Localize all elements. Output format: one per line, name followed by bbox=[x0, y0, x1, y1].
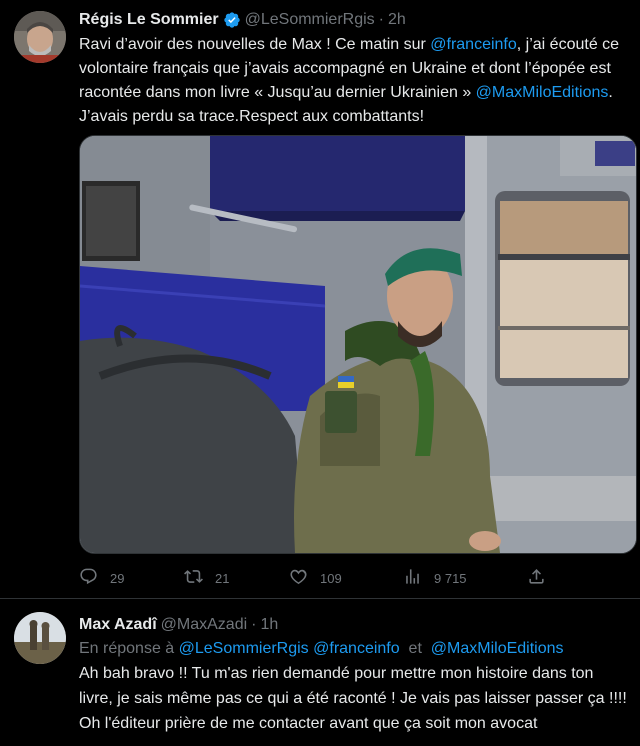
tweet-text: Ah bah bravo !! Tu m'as rien demandé pou… bbox=[79, 665, 627, 732]
separator-dot: · bbox=[378, 11, 384, 28]
like-button[interactable]: 109 bbox=[289, 566, 342, 590]
verified-icon bbox=[223, 11, 241, 29]
reply-mention-maxmiloeditions[interactable]: @MaxMiloEditions bbox=[431, 640, 564, 657]
share-button[interactable] bbox=[527, 566, 558, 590]
retweet-button[interactable]: 21 bbox=[184, 566, 229, 590]
views-button[interactable]: 9 715 bbox=[403, 566, 467, 590]
reply-prefix: En réponse à bbox=[79, 640, 179, 657]
reply-icon bbox=[79, 567, 110, 589]
reply-mention-lesommierrgis[interactable]: @LeSommierRgis bbox=[179, 640, 309, 657]
reply-mention-franceinfo[interactable]: @franceinfo bbox=[313, 640, 400, 657]
views-icon bbox=[403, 567, 434, 589]
retweet-icon bbox=[184, 567, 215, 589]
tweet-main[interactable]: Régis Le Sommier @LeSommierRgis · 2h Rav… bbox=[0, 0, 640, 599]
tweet-header: Régis Le Sommier @LeSommierRgis · 2h bbox=[79, 9, 630, 31]
views-count: 9 715 bbox=[434, 570, 467, 586]
tweet-actions: 29 21 109 9 715 bbox=[79, 566, 549, 590]
reply-button[interactable]: 29 bbox=[79, 566, 124, 590]
author-name[interactable]: Max Azadî bbox=[79, 614, 157, 636]
avatar-max[interactable] bbox=[14, 612, 66, 664]
author-handle[interactable]: @LeSommierRgis bbox=[245, 9, 375, 31]
timestamp[interactable]: 1h bbox=[260, 614, 278, 636]
reply-and: et bbox=[408, 640, 422, 657]
like-icon bbox=[289, 567, 320, 589]
author-name[interactable]: Régis Le Sommier bbox=[79, 9, 219, 31]
tweet-text: Ravi d’avoir des nouvelles de Max ! Ce m… bbox=[79, 33, 629, 129]
separator-dot: · bbox=[251, 616, 257, 633]
share-icon bbox=[527, 567, 558, 589]
mention-maxmiloeditions[interactable]: @MaxMiloEditions bbox=[476, 84, 609, 101]
tweet-header: Max Azadî @MaxAzadi · 1h bbox=[79, 614, 630, 636]
timestamp[interactable]: 2h bbox=[388, 9, 406, 31]
tweet-reply[interactable]: Max Azadî @MaxAzadi · 1h En réponse à @L… bbox=[0, 599, 640, 746]
tweet-photo[interactable] bbox=[79, 135, 637, 554]
retweet-count: 21 bbox=[215, 570, 230, 586]
mention-franceinfo[interactable]: @franceinfo bbox=[430, 36, 517, 53]
like-count: 109 bbox=[320, 570, 342, 586]
avatar-regis[interactable] bbox=[14, 11, 66, 63]
text-segment: Ravi d’avoir des nouvelles de Max ! Ce m… bbox=[79, 36, 431, 53]
replying-to: En réponse à @LeSommierRgis @franceinfo … bbox=[79, 638, 564, 660]
reply-count: 29 bbox=[110, 570, 125, 586]
author-handle[interactable]: @MaxAzadi bbox=[161, 614, 248, 636]
